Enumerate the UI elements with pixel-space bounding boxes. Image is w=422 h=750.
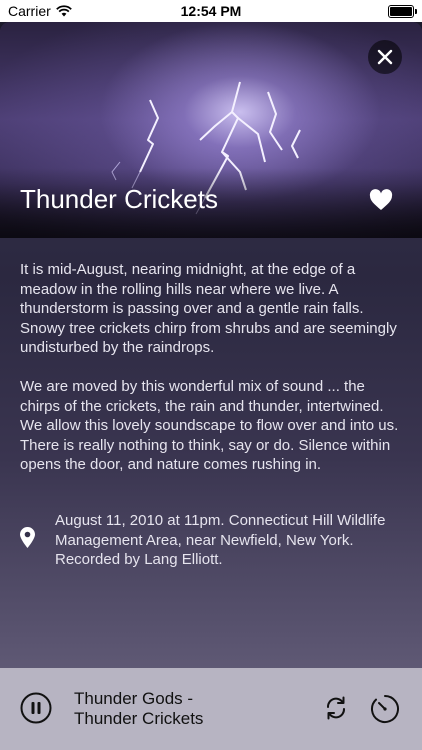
close-button[interactable] [368, 40, 402, 74]
status-bar: Carrier 12:54 PM [0, 0, 422, 22]
now-playing-line1: Thunder Gods - [74, 689, 194, 708]
description-paragraph: It is mid-August, nearing midnight, at t… [20, 261, 397, 356]
close-icon [377, 49, 393, 65]
location-text: August 11, 2010 at 11pm. Connecticut Hil… [55, 512, 386, 568]
sound-description: It is mid-August, nearing midnight, at t… [20, 260, 400, 494]
repeat-icon[interactable] [322, 694, 350, 722]
sound-detail-card: Thunder Crickets It is mid-August, neari… [0, 22, 422, 750]
status-time: 12:54 PM [180, 3, 242, 19]
sound-title: Thunder Crickets [20, 184, 218, 214]
now-playing[interactable]: Thunder Gods - Thunder Crickets [74, 689, 203, 729]
pause-icon[interactable] [20, 692, 52, 724]
battery-icon [388, 5, 417, 18]
timer-icon[interactable] [370, 694, 400, 724]
player-bar: Thunder Gods - Thunder Crickets [0, 668, 422, 750]
favorite-button[interactable] [369, 189, 393, 216]
now-playing-line2: Thunder Crickets [74, 709, 204, 728]
heart-icon [369, 189, 393, 210]
description-paragraph: We are moved by this wonderful mix of so… [20, 378, 399, 473]
location-pin-icon [20, 527, 35, 548]
